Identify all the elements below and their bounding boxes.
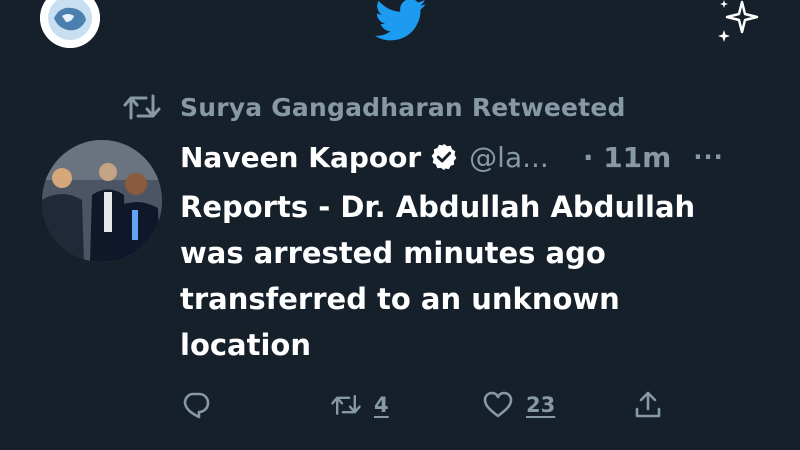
share-button[interactable]	[632, 385, 664, 425]
tweet-text-line: was arrested minutes ago	[180, 236, 606, 270]
author-handle[interactable]: @la...	[469, 141, 549, 174]
reply-icon	[183, 392, 210, 419]
retweet-icon	[123, 94, 161, 120]
tweet-text: Reports - Dr. Abdullah Abdullah was arre…	[180, 184, 780, 368]
author-avatar[interactable]	[42, 140, 162, 262]
verified-badge-icon	[431, 143, 457, 171]
more-options-button[interactable]: ···	[693, 143, 723, 171]
share-icon	[635, 391, 661, 418]
tweet-text-line: Reports - Dr. Abdullah Abdullah	[180, 190, 696, 224]
tweet-text-line: transferred to an unknown	[180, 282, 620, 316]
retweet-count[interactable]: 4	[374, 393, 389, 417]
retweet-banner-text[interactable]: Surya Gangadharan Retweeted	[180, 93, 626, 122]
tweet-text-line: location	[180, 328, 311, 362]
heart-icon	[483, 391, 513, 418]
sparkle-icon[interactable]	[712, 0, 762, 44]
retweet-button[interactable]: 4	[330, 385, 389, 425]
like-button[interactable]: 23	[482, 385, 555, 425]
tweet-timestamp[interactable]: · 11m	[583, 141, 672, 174]
reply-button[interactable]	[180, 385, 212, 425]
tweet-actions: 4 23	[180, 385, 680, 425]
profile-avatar[interactable]	[40, 0, 100, 48]
retweet-icon	[331, 395, 361, 415]
author-name[interactable]: Naveen Kapoor	[180, 141, 421, 174]
twitter-bird-icon	[374, 0, 427, 41]
retweet-banner: Surya Gangadharan Retweeted	[122, 90, 626, 124]
like-count[interactable]: 23	[526, 393, 555, 417]
top-bar	[0, 0, 800, 60]
tweet-header: Naveen Kapoor @la... · 11m ···	[180, 135, 780, 179]
